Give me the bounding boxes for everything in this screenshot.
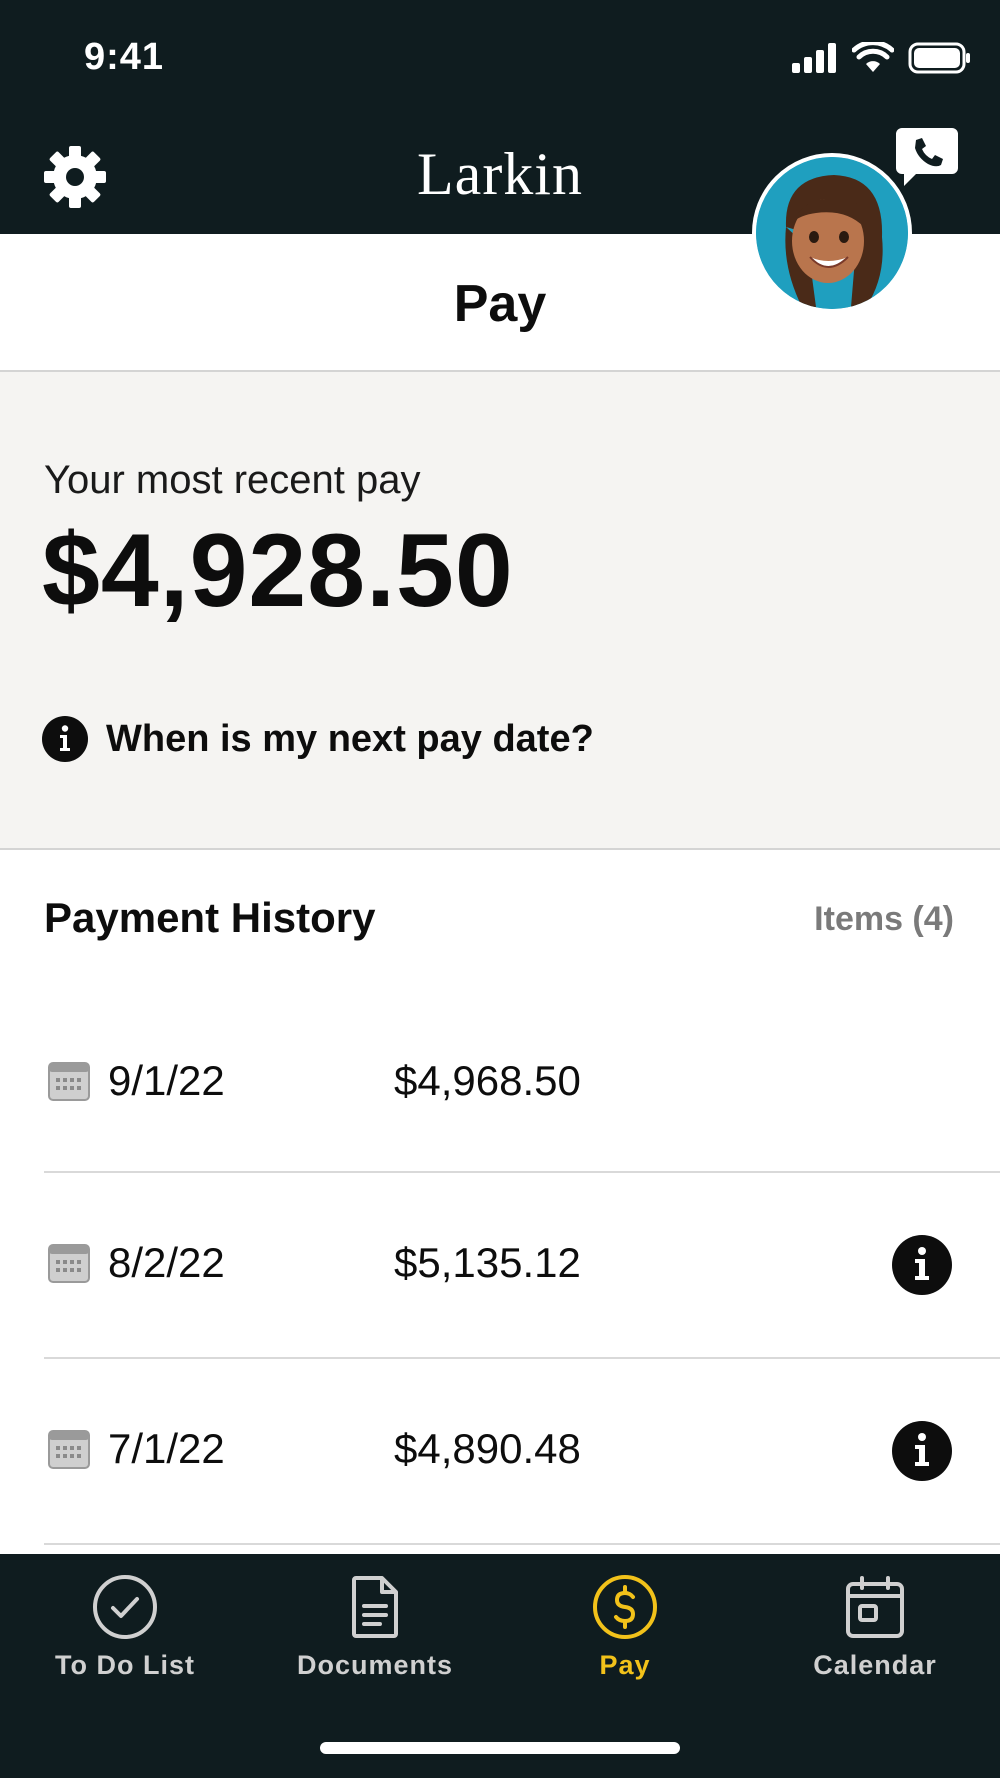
calendar-icon	[846, 1576, 904, 1638]
tab-calendar[interactable]: Calendar	[750, 1574, 1000, 1681]
payment-history-title: Payment History	[44, 894, 376, 941]
payment-date: 9/1/22	[108, 1057, 225, 1104]
recent-pay-amount: $4,928.50	[42, 513, 514, 629]
calendar-icon	[48, 1062, 90, 1101]
payment-history-count: Items (4)	[814, 900, 954, 938]
user-avatar[interactable]	[752, 153, 912, 313]
brand-logo: Larkin	[417, 141, 583, 207]
info-icon[interactable]	[892, 1421, 952, 1481]
recent-pay-label: Your most recent pay	[44, 458, 421, 502]
next-pay-date-text: When is my next pay date?	[106, 717, 594, 760]
payment-row[interactable]: 8/2/22 $5,135.12	[44, 1173, 1000, 1359]
tab-label: Documents	[296, 1650, 454, 1680]
status-time: 9:41	[84, 36, 165, 78]
tab-to-do-list[interactable]: To Do List	[0, 1574, 250, 1681]
payment-amount: $5,135.12	[394, 1239, 581, 1286]
tab-label: To Do List	[55, 1650, 195, 1680]
status-icons	[792, 42, 972, 74]
signal-icon	[792, 43, 836, 73]
payment-row[interactable]: 9/1/22 $4,968.50	[44, 987, 1000, 1173]
next-pay-date-link[interactable]: When is my next pay date?	[42, 716, 594, 762]
dollar-circle-icon	[593, 1575, 657, 1639]
payment-amount: $4,890.48	[394, 1425, 581, 1472]
info-icon	[42, 716, 88, 762]
wifi-icon	[852, 42, 894, 72]
payment-date: 8/2/22	[108, 1239, 225, 1286]
recent-pay-panel: Your most recent pay $4,928.50 When is m…	[0, 372, 1000, 850]
memoji-avatar-icon	[756, 157, 908, 309]
tab-label: Pay	[599, 1650, 651, 1680]
info-icon[interactable]	[892, 1235, 952, 1295]
tab-pay[interactable]: Pay	[500, 1574, 750, 1681]
home-indicator	[320, 1742, 680, 1754]
document-icon	[352, 1576, 398, 1638]
payment-date: 7/1/22	[108, 1425, 225, 1472]
battery-icon	[908, 42, 970, 74]
calendar-icon	[48, 1430, 90, 1469]
tab-label: Calendar	[813, 1650, 937, 1680]
settings-gear-icon[interactable]	[42, 144, 108, 210]
tab-documents[interactable]: Documents	[250, 1574, 500, 1681]
payment-row[interactable]: 7/1/22 $4,890.48	[44, 1359, 1000, 1545]
calendar-icon	[48, 1244, 90, 1283]
payment-amount: $4,968.50	[394, 1057, 581, 1104]
phone-chat-icon[interactable]	[896, 128, 958, 188]
check-circle-icon	[93, 1575, 157, 1639]
